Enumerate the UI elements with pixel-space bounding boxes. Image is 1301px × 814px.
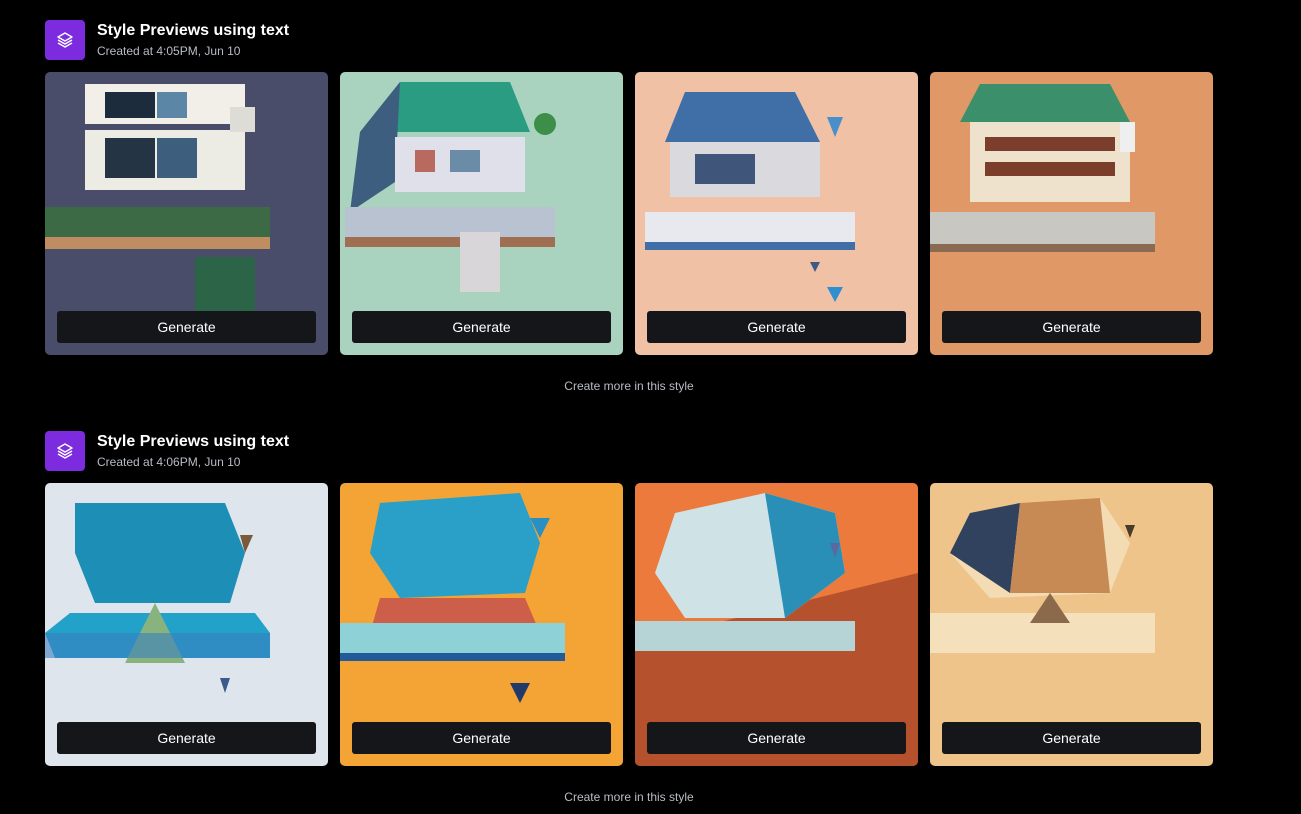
create-more-link[interactable]: Create more in this style — [45, 790, 1213, 804]
batch-title: Style Previews using text — [97, 433, 290, 450]
preview-batch: Style Previews using text Created at 4:0… — [45, 431, 1213, 804]
generate-button[interactable]: Generate — [57, 722, 316, 754]
batch-header: Style Previews using text Created at 4:0… — [45, 20, 1213, 62]
preview-tile[interactable]: Generate — [930, 72, 1213, 355]
layers-icon — [45, 431, 85, 471]
preview-tile[interactable]: Generate — [635, 483, 918, 766]
create-more-link[interactable]: Create more in this style — [45, 379, 1213, 393]
preview-batch: Style Previews using text Created at 4:0… — [45, 20, 1213, 393]
generate-button[interactable]: Generate — [647, 722, 906, 754]
preview-grid: Generate Generate Generate Generate — [45, 483, 1213, 766]
preview-tile[interactable]: Generate — [45, 72, 328, 355]
generate-button[interactable]: Generate — [942, 311, 1201, 343]
preview-tile[interactable]: Generate — [340, 72, 623, 355]
batch-title: Style Previews using text — [97, 22, 290, 39]
generate-button[interactable]: Generate — [942, 722, 1201, 754]
generate-button[interactable]: Generate — [352, 311, 611, 343]
generate-button[interactable]: Generate — [352, 722, 611, 754]
generate-button[interactable]: Generate — [647, 311, 906, 343]
preview-tile[interactable]: Generate — [340, 483, 623, 766]
layers-icon — [45, 20, 85, 60]
batch-timestamp: Created at 4:05PM, Jun 10 — [97, 44, 241, 58]
preview-grid: Generate Generate Generate Generate — [45, 72, 1213, 355]
preview-tile[interactable]: Generate — [635, 72, 918, 355]
generate-button[interactable]: Generate — [57, 311, 316, 343]
batch-timestamp: Created at 4:06PM, Jun 10 — [97, 455, 241, 469]
preview-tile[interactable]: Generate — [930, 483, 1213, 766]
preview-tile[interactable]: Generate — [45, 483, 328, 766]
batch-header: Style Previews using text Created at 4:0… — [45, 431, 1213, 473]
